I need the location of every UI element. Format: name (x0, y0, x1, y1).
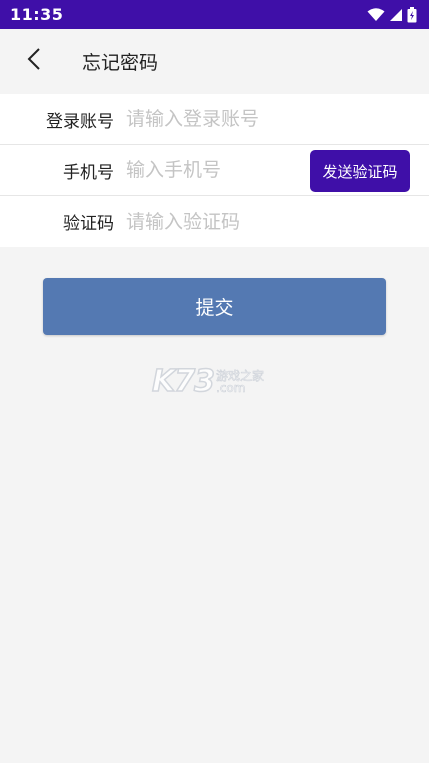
account-input[interactable] (126, 108, 306, 130)
submit-button[interactable]: 提交 (43, 278, 386, 335)
page-title: 忘记密码 (82, 51, 159, 74)
status-time: 11:35 (10, 5, 64, 24)
code-input[interactable] (126, 210, 306, 233)
app-bar: 忘记密码 (0, 29, 429, 93)
account-label: 登录账号 (46, 111, 114, 132)
chevron-left-icon (27, 47, 41, 75)
phone-row: 手机号 发送验证码 (0, 145, 429, 196)
account-row: 登录账号 (0, 94, 429, 145)
watermark-tagline: 游戏之家 (216, 368, 265, 383)
watermark-brand: K73 (151, 363, 216, 400)
code-row: 验证码 (0, 196, 429, 247)
status-icons (367, 6, 417, 23)
signal-icon (389, 8, 403, 22)
battery-icon (407, 6, 417, 23)
back-button[interactable] (14, 41, 54, 81)
send-code-button[interactable]: 发送验证码 (310, 150, 410, 192)
reset-password-form: 登录账号 手机号 发送验证码 验证码 (0, 94, 429, 247)
status-bar: 11:35 (0, 0, 429, 29)
wifi-icon (367, 7, 385, 22)
watermark-domain: .com (216, 380, 246, 395)
code-label: 验证码 (63, 214, 114, 234)
phone-label: 手机号 (63, 162, 114, 183)
watermark-logo: K73 游戏之家 .com (151, 363, 265, 400)
phone-input[interactable] (126, 159, 306, 181)
